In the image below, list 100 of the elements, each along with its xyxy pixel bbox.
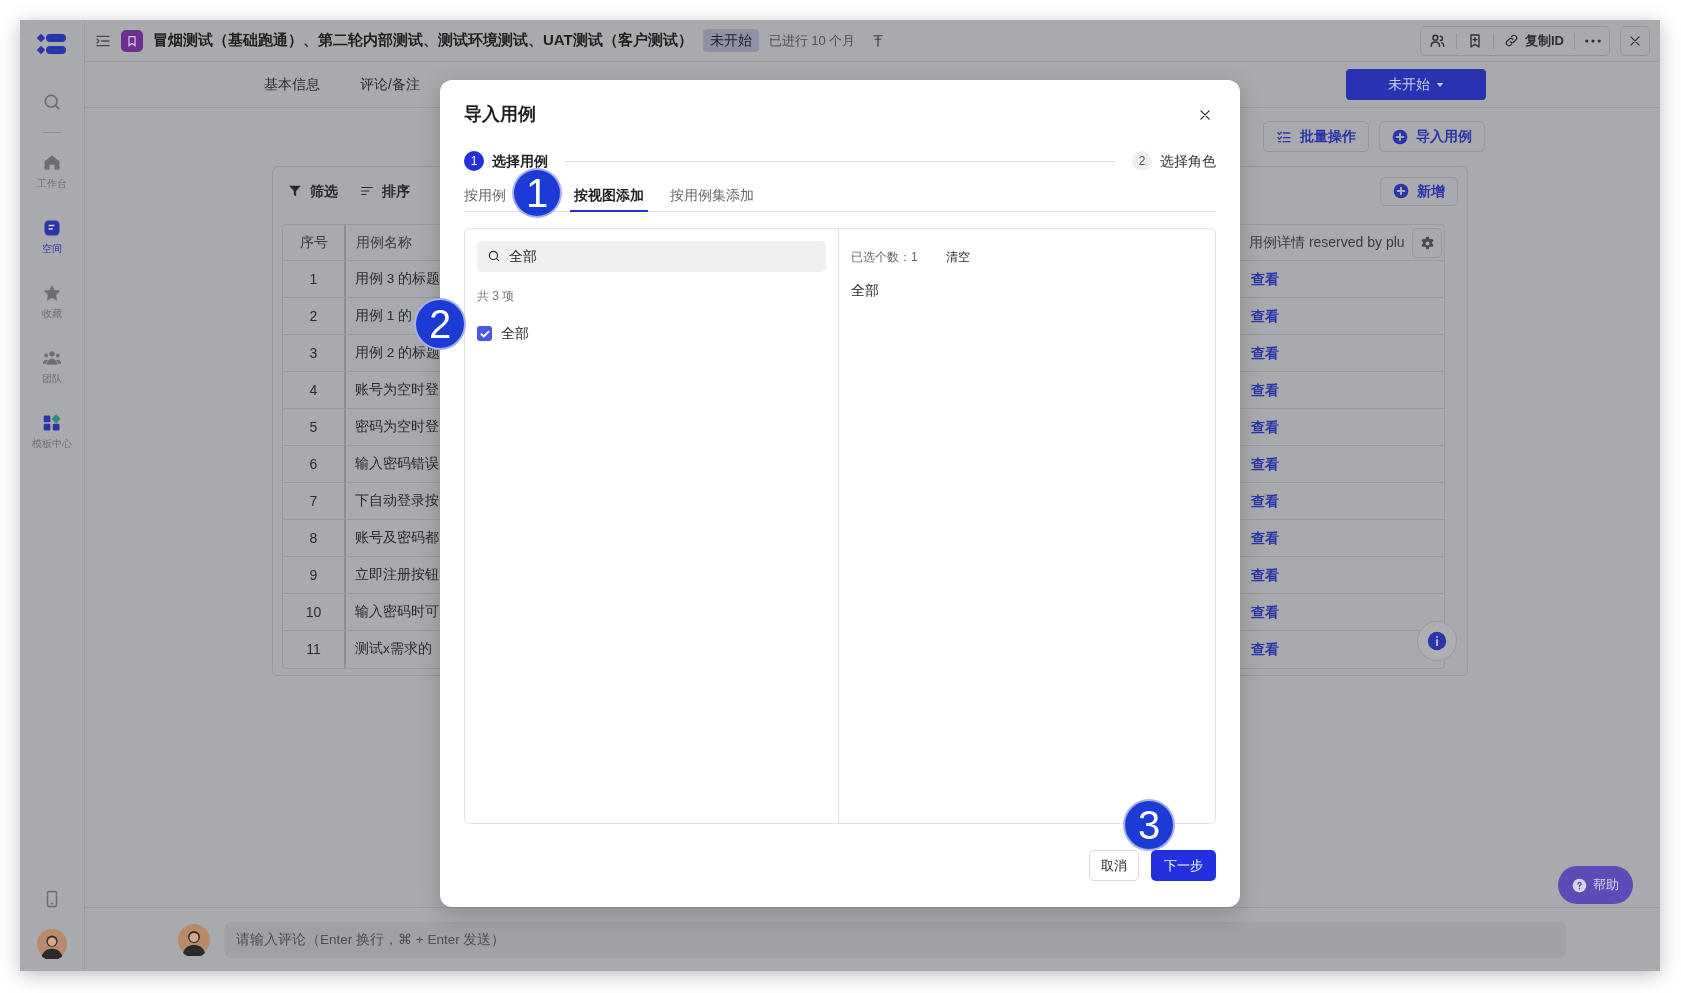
index-cell: 3 bbox=[283, 335, 346, 371]
selected-item: 全部 bbox=[851, 281, 880, 300]
cancel-button[interactable]: 取消 bbox=[1089, 850, 1139, 881]
view-link[interactable]: 查看 bbox=[1251, 305, 1279, 327]
index-cell: 5 bbox=[283, 409, 346, 445]
more-button[interactable] bbox=[1585, 38, 1601, 43]
dialog-tab[interactable]: 按视图添加 bbox=[570, 180, 648, 212]
name-cell-text: 账号为空时登 bbox=[355, 380, 439, 399]
bookmark-icon bbox=[1467, 32, 1483, 49]
option-row[interactable]: 全部 bbox=[477, 323, 826, 344]
step-label: 选择用例 bbox=[492, 151, 548, 171]
home-icon bbox=[42, 153, 62, 173]
view-link[interactable]: 查看 bbox=[1251, 268, 1279, 290]
settings-icon bbox=[1419, 235, 1435, 251]
name-cell-text: 用例 3 的标题 bbox=[355, 269, 440, 288]
dialog-tab[interactable]: 按用例集添加 bbox=[666, 180, 758, 212]
batch-button[interactable]: 批量操作 bbox=[1263, 121, 1369, 152]
name-cell-text: 立即注册按钮 bbox=[355, 565, 439, 584]
sort-icon bbox=[360, 184, 374, 198]
people-icon bbox=[1429, 32, 1446, 49]
avatar bbox=[37, 929, 67, 959]
view-link[interactable]: 查看 bbox=[1251, 527, 1279, 549]
filter-button[interactable]: 筛选 bbox=[288, 180, 338, 202]
name-cell-text: 输入密码错误 bbox=[355, 454, 439, 473]
members-button[interactable] bbox=[1429, 32, 1446, 49]
pin-icon bbox=[871, 33, 886, 48]
index-cell: 9 bbox=[283, 557, 346, 593]
clear-link[interactable]: 清空 bbox=[945, 248, 970, 266]
caret-icon bbox=[1436, 80, 1444, 89]
column-header: 序号 bbox=[283, 225, 346, 260]
check-icon bbox=[479, 329, 490, 338]
star-icon bbox=[42, 283, 62, 303]
annotation-badge: 3 bbox=[1123, 799, 1175, 851]
team-icon bbox=[42, 348, 62, 368]
page-tab[interactable]: 评论/备注 bbox=[360, 74, 420, 95]
index-cell: 11 bbox=[283, 631, 346, 668]
column-header: 用例名称 bbox=[355, 233, 413, 252]
name-cell-text: 测试x需求的 bbox=[355, 640, 432, 659]
comment-field[interactable]: 请输入评论（Enter 换行，⌘ + Enter 发送） bbox=[225, 921, 1566, 958]
info-button[interactable] bbox=[1417, 621, 1457, 661]
dialog-tab[interactable]: 按用例 bbox=[464, 180, 510, 212]
sidebar-item[interactable]: 空间 bbox=[32, 218, 72, 256]
elapsed-text: 已进行 10 个月 bbox=[768, 31, 856, 50]
app-icon bbox=[121, 29, 143, 52]
link-icon bbox=[1504, 33, 1519, 48]
settings-button[interactable] bbox=[1412, 228, 1442, 258]
view-link[interactable]: 查看 bbox=[1251, 490, 1279, 512]
name-cell-text: 账号及密码都 bbox=[355, 528, 439, 547]
dialog-title: 导入用例 bbox=[464, 103, 536, 126]
column-header: 用例详情 reserved by plu bbox=[1249, 233, 1405, 252]
grid-icon bbox=[42, 413, 62, 433]
index-cell: 2 bbox=[283, 298, 346, 334]
plus-circle-icon bbox=[1393, 183, 1409, 199]
step-label: 选择角色 bbox=[1160, 151, 1216, 171]
copy-id-button[interactable]: 复制ID bbox=[1504, 30, 1564, 51]
next-button[interactable]: 下一步 bbox=[1151, 850, 1216, 881]
filter-icon bbox=[288, 184, 302, 198]
annotation-badge: 1 bbox=[512, 168, 562, 218]
view-link[interactable]: 查看 bbox=[1251, 379, 1279, 401]
view-link[interactable]: 查看 bbox=[1251, 601, 1279, 623]
total-count: 共 3 项 bbox=[477, 288, 516, 305]
search-icon bbox=[487, 249, 501, 263]
help-icon bbox=[1572, 877, 1587, 893]
close-icon bbox=[1198, 107, 1212, 122]
plus-circle-icon bbox=[1392, 128, 1408, 145]
name-cell-text: 用例 1 的 bbox=[355, 306, 412, 325]
index-cell: 8 bbox=[283, 520, 346, 556]
sort-button[interactable]: 排序 bbox=[360, 180, 410, 202]
help-button[interactable]: 帮助 bbox=[1558, 866, 1633, 904]
step-number: 2 bbox=[1132, 151, 1152, 171]
status-tag: 未开始 bbox=[702, 29, 759, 52]
bookmark-button[interactable] bbox=[1467, 32, 1483, 49]
view-link[interactable]: 查看 bbox=[1251, 342, 1279, 364]
import-button[interactable]: 导入用例 bbox=[1379, 121, 1485, 152]
view-link[interactable]: 查看 bbox=[1251, 453, 1279, 475]
step-number: 1 bbox=[464, 151, 484, 171]
search-icon bbox=[42, 92, 62, 112]
add-button[interactable]: 新增 bbox=[1380, 176, 1458, 206]
name-cell-text: 输入密码时可 bbox=[355, 602, 439, 621]
search-field[interactable]: 全部 bbox=[477, 241, 826, 272]
index-cell: 1 bbox=[283, 261, 346, 297]
index-cell: 4 bbox=[283, 372, 346, 408]
index-cell: 7 bbox=[283, 483, 346, 519]
checkbox[interactable] bbox=[477, 326, 492, 341]
more-icon bbox=[1585, 38, 1601, 43]
name-cell-text: 下自动登录按 bbox=[355, 491, 439, 510]
logo-icon bbox=[36, 32, 68, 56]
close-icon bbox=[1628, 33, 1642, 48]
index-cell: 6 bbox=[283, 446, 346, 482]
space-icon bbox=[42, 218, 62, 238]
view-link[interactable]: 查看 bbox=[1251, 416, 1279, 438]
avatar bbox=[178, 923, 210, 956]
info-icon bbox=[1427, 631, 1447, 651]
page-tab[interactable]: 基本信息 bbox=[264, 74, 320, 95]
selected-count: 已选个数：1 bbox=[851, 249, 918, 266]
status-dropdown[interactable]: 未开始 bbox=[1346, 69, 1486, 100]
page-title: 冒烟测试（基础跑通）、第二轮内部测试、测试环境测试、UAT测试（客户测试） bbox=[153, 30, 693, 51]
view-link[interactable]: 查看 bbox=[1251, 564, 1279, 586]
index-cell: 10 bbox=[283, 594, 346, 630]
view-link[interactable]: 查看 bbox=[1251, 639, 1279, 660]
